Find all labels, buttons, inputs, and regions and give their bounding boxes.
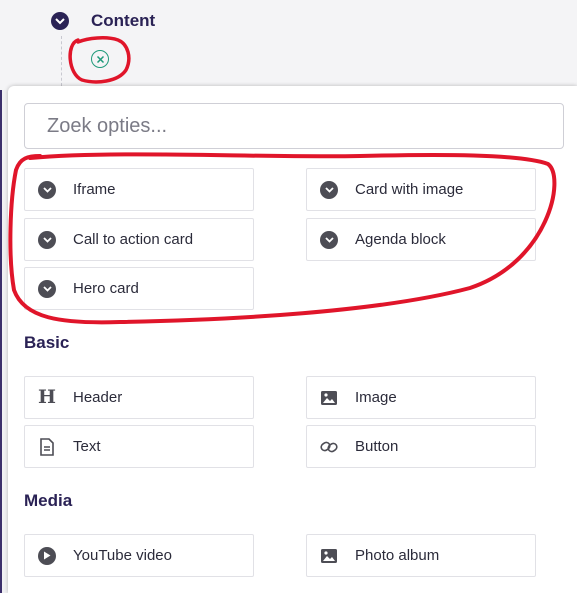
option-label: Button (355, 438, 399, 455)
option-iframe[interactable]: Iframe (24, 168, 254, 211)
option-image[interactable]: Image (306, 376, 536, 419)
close-x-icon (96, 55, 104, 63)
play-circle-icon (37, 546, 57, 566)
option-label: YouTube video (73, 547, 172, 564)
option-label: Header (73, 389, 123, 406)
option-label: Call to action card (73, 231, 194, 248)
option-label: Image (355, 389, 397, 406)
section-title-basic: Basic (24, 333, 70, 352)
block-picker-panel (8, 86, 577, 593)
option-card-with-image[interactable]: Card with image (306, 168, 536, 211)
section-title-media: Media (24, 491, 73, 510)
link-icon (319, 437, 339, 457)
document-icon (37, 437, 57, 457)
option-agenda-block[interactable]: Agenda block (306, 218, 536, 261)
add-block-button[interactable] (91, 50, 109, 68)
chevron-down-circle-icon (319, 180, 339, 200)
heading-icon: H (38, 386, 56, 408)
option-button[interactable]: Button (306, 425, 536, 468)
option-label: Card with image (355, 181, 464, 198)
option-header[interactable]: H Header (24, 376, 254, 419)
collapse-toggle-button[interactable] (51, 12, 69, 30)
option-label: Agenda block (355, 231, 446, 248)
chevron-down-circle-icon (319, 230, 339, 250)
option-hero-card[interactable]: Hero card (24, 267, 254, 310)
option-youtube-video[interactable]: YouTube video (24, 534, 254, 577)
search-options-input[interactable] (24, 103, 564, 149)
option-photo-album[interactable]: Photo album (306, 534, 536, 577)
option-label: Iframe (73, 181, 116, 198)
option-call-to-action-card[interactable]: Call to action card (24, 218, 254, 261)
option-label: Text (73, 438, 101, 455)
option-text[interactable]: Text (24, 425, 254, 468)
option-label: Photo album (355, 547, 440, 564)
chevron-down-circle-icon (37, 279, 57, 299)
image-icon (319, 546, 339, 566)
chevron-down-circle-icon (37, 180, 57, 200)
option-label: Hero card (73, 280, 139, 297)
tree-connector (61, 36, 62, 86)
tree-area (0, 0, 577, 90)
chevron-down-circle-icon (37, 230, 57, 250)
tree-node-content-label: Content (91, 11, 156, 30)
chevron-down-icon (55, 17, 65, 24)
image-icon (319, 388, 339, 408)
